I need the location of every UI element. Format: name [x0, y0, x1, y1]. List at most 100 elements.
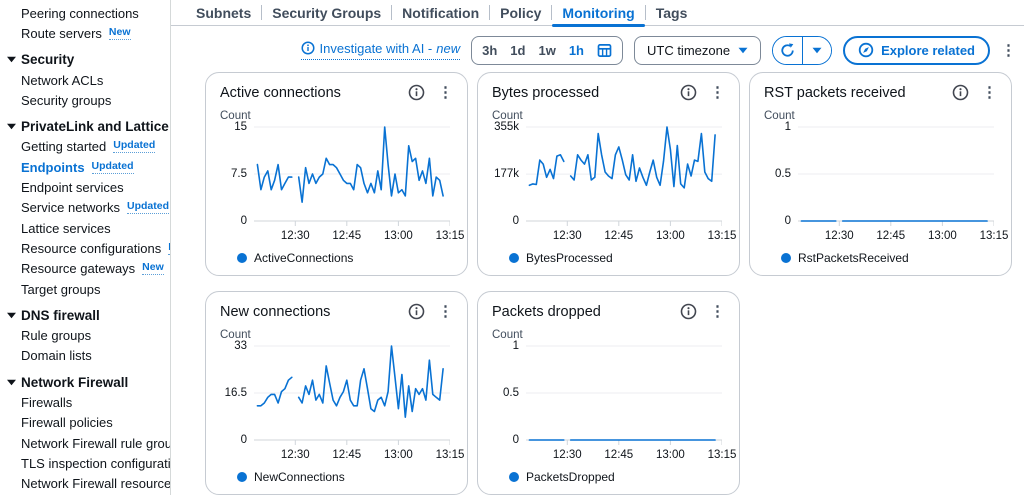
sidebar-item-security-groups[interactable]: Security groups [0, 90, 170, 110]
y-tick-label: 355k [494, 121, 519, 133]
kebab-menu-icon[interactable]: ⋮ [438, 85, 453, 100]
sidebar-item-network-acls[interactable]: Network ACLs [0, 70, 170, 90]
tab-notification[interactable]: Notification [392, 0, 489, 26]
chart-plot-area[interactable] [526, 344, 725, 447]
chart-legend[interactable]: PacketsDropped [509, 470, 725, 484]
sidebar-item-tls-inspection-configurations[interactable]: TLS inspection configurations [0, 453, 170, 473]
sidebar-item-service-networks[interactable]: Service networksUpdated [0, 198, 170, 218]
timezone-label: UTC timezone [647, 43, 730, 58]
badge-updated[interactable]: Updated [92, 161, 134, 174]
refresh-button[interactable] [773, 37, 802, 64]
investigate-new-label: new [436, 41, 460, 56]
sidebar-item-resource-configurations[interactable]: Resource configurationsNew [0, 238, 170, 258]
refresh-icon [780, 43, 795, 58]
sidebar-section-dns-firewall[interactable]: DNS firewall [0, 305, 170, 325]
refresh-options-button[interactable] [802, 37, 831, 64]
kebab-menu-icon[interactable]: ⋮ [982, 85, 997, 100]
sidebar-item-firewalls[interactable]: Firewalls [0, 392, 170, 412]
timezone-dropdown[interactable]: UTC timezone [634, 36, 761, 65]
chart-plot[interactable] [254, 344, 450, 447]
chart-title: Active connections [220, 85, 408, 101]
badge-updated[interactable]: Updated [113, 140, 155, 153]
info-icon[interactable] [408, 84, 425, 101]
y-tick-label: 0 [513, 434, 519, 446]
plot-row: 10.50 [492, 344, 725, 447]
sidebar-section-privatelink-and-lattice[interactable]: PrivateLink and Lattice [0, 116, 170, 136]
sidebar-item-label: Security groups [21, 93, 111, 108]
tab-tags[interactable]: Tags [646, 0, 698, 26]
sidebar-item-peering-connections[interactable]: Peering connections [0, 3, 170, 23]
chart-card-actions: ⋮ [408, 84, 453, 101]
sidebar-item-label: Rule groups [21, 328, 91, 343]
chart-legend[interactable]: BytesProcessed [509, 251, 725, 265]
sidebar-item-endpoint-services[interactable]: Endpoint services [0, 177, 170, 197]
tab-subnets[interactable]: Subnets [186, 0, 261, 26]
explore-related-button[interactable]: Explore related [843, 36, 990, 65]
chart-plot[interactable] [526, 344, 722, 447]
chart-card-actions: ⋮ [408, 303, 453, 320]
sidebar-item-lattice-services[interactable]: Lattice services [0, 218, 170, 238]
badge-new[interactable]: New [109, 27, 131, 40]
sidebar-item-domain-lists[interactable]: Domain lists [0, 346, 170, 366]
toolbar-kebab-menu-icon[interactable]: ⋮ [1001, 43, 1016, 58]
badge-new[interactable]: New [142, 262, 164, 275]
chart-plot-area[interactable] [526, 125, 725, 228]
sidebar-item-network-firewall-rule-groups[interactable]: Network Firewall rule groups [0, 433, 170, 453]
sidebar-section-security[interactable]: Security [0, 50, 170, 70]
legend-label: RstPacketsReceived [798, 251, 909, 265]
sidebar-item-label: PrivateLink and Lattice [21, 119, 169, 134]
time-range-1d[interactable]: 1d [510, 43, 525, 58]
chart-legend[interactable]: RstPacketsReceived [781, 251, 997, 265]
sidebar-item-target-groups[interactable]: Target groups [0, 279, 170, 299]
sidebar-item-getting-started[interactable]: Getting startedUpdated [0, 137, 170, 157]
badge-updated[interactable]: Updated [127, 201, 169, 214]
info-icon[interactable] [408, 303, 425, 320]
sidebar-item-label: Network Firewall rule groups [21, 436, 171, 451]
chart-plot[interactable] [254, 125, 450, 228]
sidebar-item-route-servers[interactable]: Route serversNew [0, 23, 170, 43]
time-range-1w[interactable]: 1w [538, 43, 555, 58]
calendar-icon[interactable] [597, 43, 612, 58]
chart-plot-area[interactable] [254, 344, 453, 447]
y-axis-unit-label: Count [492, 329, 725, 341]
info-icon[interactable] [952, 84, 969, 101]
sidebar-item-firewall-policies[interactable]: Firewall policies [0, 413, 170, 433]
sidebar-item-network-firewall-resource[interactable]: Network Firewall resource [0, 474, 170, 494]
time-range-1h[interactable]: 1h [569, 43, 584, 58]
sidebar-item-resource-gateways[interactable]: Resource gatewaysNew [0, 259, 170, 279]
explore-icon [858, 42, 874, 58]
sidebar-item-label: Firewalls [21, 395, 72, 410]
sidebar-item-endpoints[interactable]: Endpoints Updated [0, 157, 170, 177]
chart-legend[interactable]: ActiveConnections [237, 251, 453, 265]
tab-security-groups[interactable]: Security Groups [262, 0, 391, 26]
info-icon[interactable] [680, 84, 697, 101]
sidebar-item-label: Endpoint services [21, 180, 124, 195]
tab-strip: SubnetsSecurity GroupsNotificationPolicy… [171, 0, 1024, 26]
x-axis-ticks: 12:3012:4513:0013:15 [798, 230, 997, 244]
time-range-3h[interactable]: 3h [482, 43, 497, 58]
kebab-menu-icon[interactable]: ⋮ [438, 304, 453, 319]
chart-plot[interactable] [526, 125, 722, 228]
kebab-menu-icon[interactable]: ⋮ [710, 85, 725, 100]
sidebar-item-label: Endpoints [21, 160, 85, 175]
x-tick-label: 13:00 [656, 230, 685, 242]
x-tick-label: 13:00 [384, 449, 413, 461]
tab-policy[interactable]: Policy [490, 0, 551, 26]
chart-card-header: RST packets received⋮ [764, 84, 997, 101]
sidebar-item-rule-groups[interactable]: Rule groups [0, 325, 170, 345]
kebab-menu-icon[interactable]: ⋮ [710, 304, 725, 319]
chart-plot[interactable] [798, 125, 994, 228]
tab-monitoring[interactable]: Monitoring [552, 0, 644, 26]
x-tick-label: 13:15 [708, 230, 737, 242]
legend-dot-icon [781, 253, 791, 263]
chart-card-actions: ⋮ [952, 84, 997, 101]
sidebar-section-network-firewall[interactable]: Network Firewall [0, 372, 170, 392]
app-window: Peering connectionsRoute serversNew Secur… [0, 0, 1024, 495]
chart-plot-area[interactable] [254, 125, 453, 228]
investigate-with-ai-link[interactable]: Investigate with AI - new [301, 41, 461, 60]
chart-legend[interactable]: NewConnections [237, 470, 453, 484]
chart-plot-area[interactable] [798, 125, 997, 228]
info-icon[interactable] [680, 303, 697, 320]
x-axis-ticks: 12:3012:4513:0013:15 [526, 449, 725, 463]
chart-card-header: New connections⋮ [220, 303, 453, 320]
